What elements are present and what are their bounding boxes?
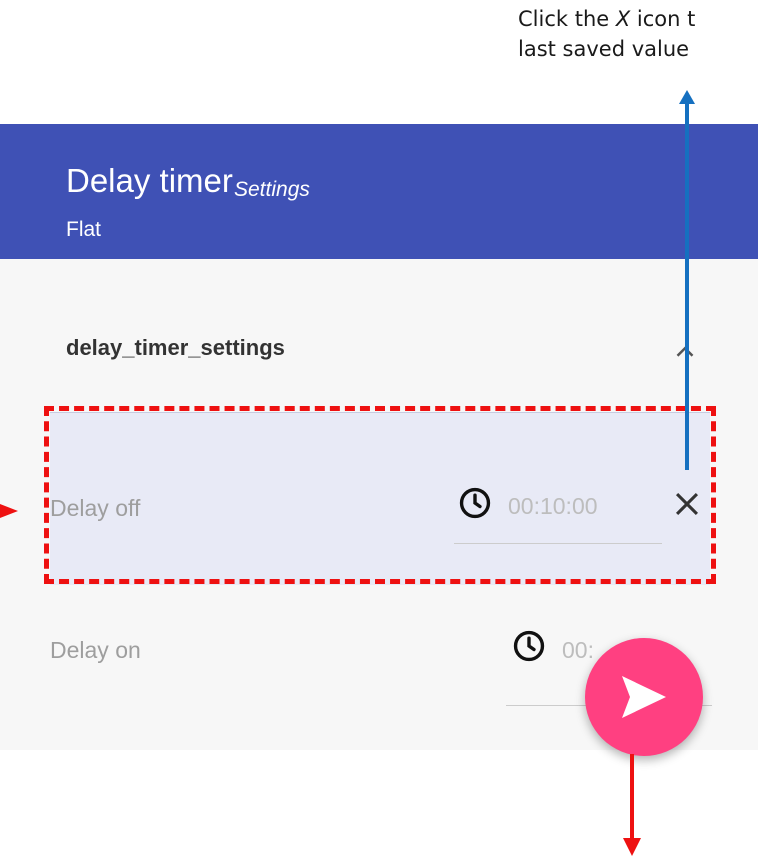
delay-on-label: Delay on [50,637,141,663]
blue-arrow-head [679,90,695,104]
device-name: Flat [66,218,102,241]
send-icon [622,676,666,718]
app-header: Delay timer Settings Flat [0,124,758,259]
delay-on-value[interactable]: 00: [562,637,602,664]
callout-line-2: last saved value [518,37,690,61]
page-title: Delay timer [66,162,233,199]
delay-off-row: Delay off 00:10:00 [50,412,710,585]
clock-icon [459,487,491,519]
page-subtitle: Settings [234,178,310,201]
annotation-callout: Click the X icon t last saved value [518,4,758,64]
chevron-up-icon[interactable] [670,337,700,367]
section-title: delay_timer_settings [66,335,285,360]
delay-off-underline [454,543,662,544]
red-arrow-head [623,838,641,856]
send-button[interactable] [585,638,703,756]
callout-line-1: Click the X icon t [518,7,696,31]
close-icon[interactable] [670,487,704,521]
clock-icon [513,630,545,662]
delay-off-value[interactable]: 00:10:00 [508,493,598,520]
delay-off-label: Delay off [50,495,141,521]
